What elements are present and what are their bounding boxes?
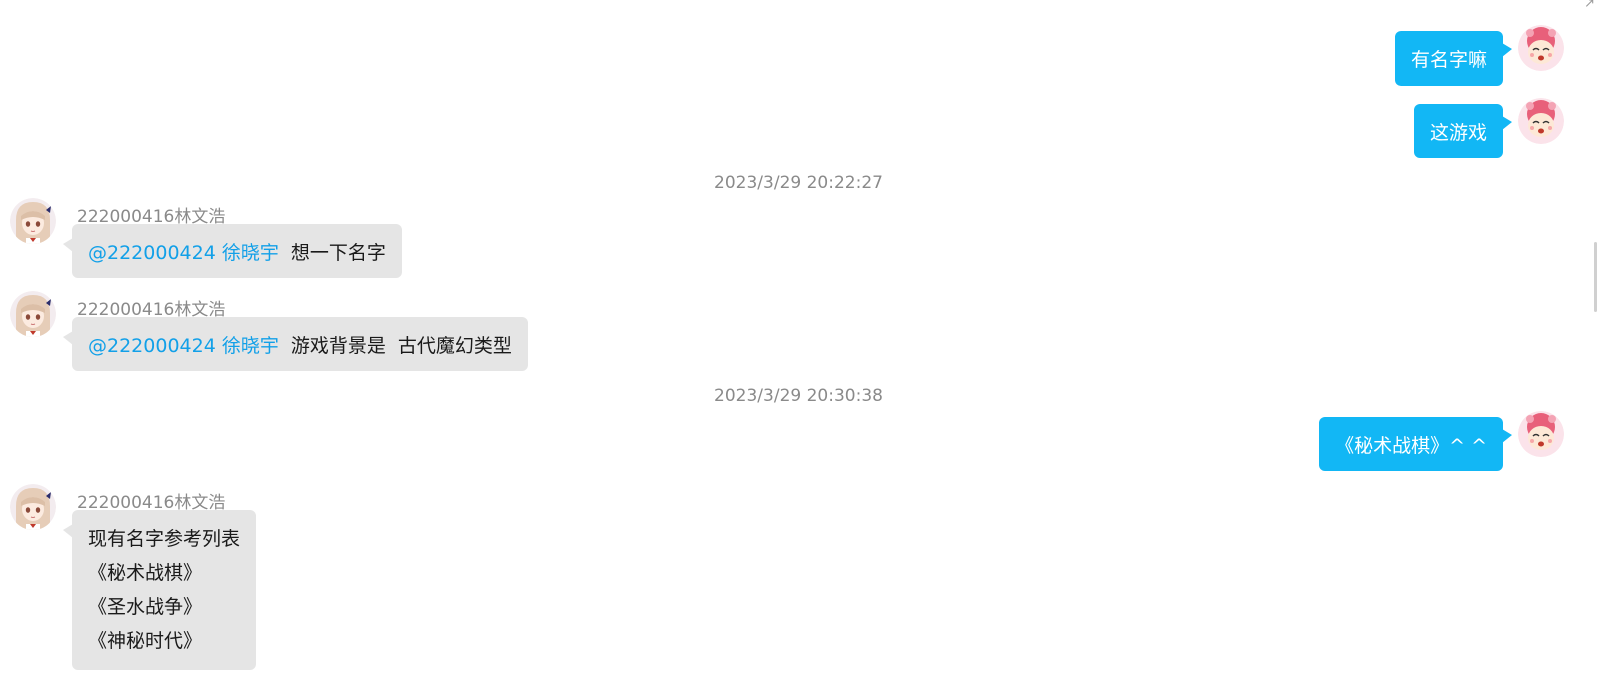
timestamp: 2023/3/29 20:30:38 [714,386,883,406]
message-bubble-self[interactable]: 有名字嘛 [1394,31,1513,86]
sender-avatar[interactable] [10,484,56,530]
message-text: 游戏背景是 古代魔幻类型 [290,334,512,357]
self-avatar[interactable] [1518,411,1564,457]
chat-window: ↗ 有名字嘛 这游戏 2023/3/29 20:22:27 222000416林… [0,0,1597,684]
message-bubble-other[interactable]: @222000424 徐晓宇 想一下名字 [63,224,402,278]
message-line: 《圣水战争》 [88,596,203,618]
message-line: 《神秘时代》 [88,630,203,652]
sender-avatar[interactable] [10,291,56,337]
message-bubble-other[interactable]: 现有名字参考列表 《秘术战棋》 《圣水战争》 《神秘时代》 [62,510,257,670]
pink-creature-avatar-icon [1518,411,1564,457]
anime-girl-avatar-icon [10,484,56,530]
anime-girl-avatar-icon [10,198,56,244]
message-text: 《秘术战棋》^ ^ [1335,434,1487,457]
mention-link[interactable]: @222000424 徐晓宇 [88,331,279,358]
message-bubble-other[interactable]: @222000424 徐晓宇 游戏背景是 古代魔幻类型 [63,317,528,371]
anime-girl-avatar-icon [10,291,56,337]
sender-avatar[interactable] [10,198,56,244]
self-avatar[interactable] [1518,25,1564,71]
message-line: 现有名字参考列表 [88,528,241,550]
message-text: 这游戏 [1429,121,1487,144]
pink-creature-avatar-icon [1518,25,1564,71]
message-bubble-self[interactable]: 这游戏 [1413,104,1513,158]
timestamp: 2023/3/29 20:22:27 [714,173,883,193]
mention-link[interactable]: @222000424 徐晓宇 [88,238,279,265]
message-text: 想一下名字 [290,241,386,264]
corner-close-icon[interactable]: ↗ [1584,0,1595,11]
message-bubble-self[interactable]: 《秘术战棋》^ ^ [1319,417,1512,471]
message-line: 《秘术战棋》 [88,562,203,584]
self-avatar[interactable] [1518,98,1564,144]
pink-creature-avatar-icon [1518,98,1564,144]
message-text: 有名字嘛 [1410,49,1487,71]
